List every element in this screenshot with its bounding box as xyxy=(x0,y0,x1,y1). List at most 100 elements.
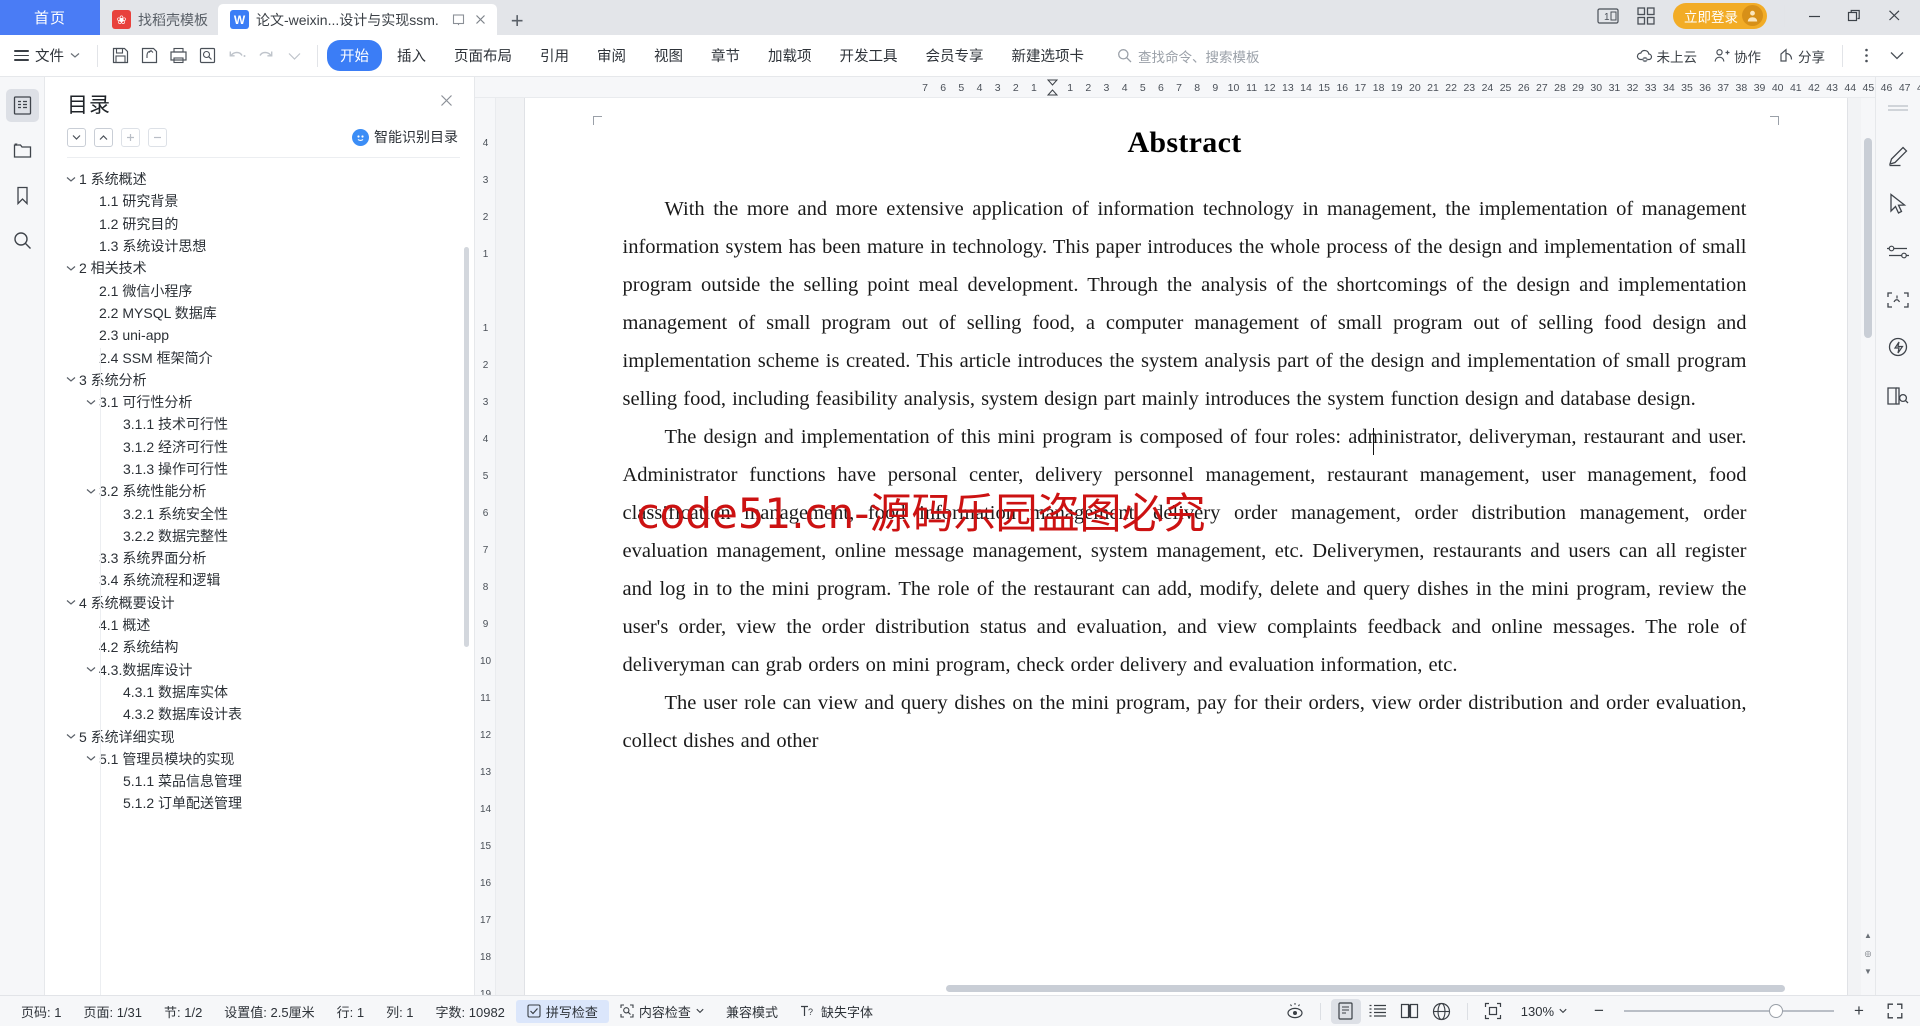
ribbon-tab-start[interactable]: 开始 xyxy=(327,40,382,71)
close-icon[interactable] xyxy=(1876,0,1912,31)
outline-item[interactable]: 3.2.2 数据完整性 xyxy=(45,525,474,547)
outline-tree[interactable]: 1 系统概述 1.1 研究背景 1.2 研究目的 1.3 系统设计思想 2 相关技术 2.… xyxy=(45,158,474,995)
ribbon-tab-references[interactable]: 引用 xyxy=(527,40,582,71)
cursor-select-icon[interactable] xyxy=(1882,189,1914,219)
status-spell-check[interactable]: 拼写检查 xyxy=(515,999,609,1023)
horizontal-scrollbar[interactable] xyxy=(946,982,1785,995)
page-view-icon[interactable] xyxy=(1330,998,1361,1024)
chevron-down-icon[interactable] xyxy=(83,755,99,762)
collapse-up-button[interactable] xyxy=(94,127,113,147)
undo-icon[interactable] xyxy=(223,42,250,69)
outline-item[interactable]: 3.1.2 经济可行性 xyxy=(45,436,474,458)
outline-item[interactable]: 1.2 研究目的 xyxy=(45,213,474,235)
horizontal-ruler[interactable]: 7 6 5 4 3 2 1 1 2 3 4 5 6 7 8 9 10 11 12 13 14 15 16 17 18 19 20 21… xyxy=(475,77,1920,98)
command-search[interactable]: 查找命令、搜索模板 xyxy=(1117,46,1260,66)
status-column-indicator[interactable]: 列: 1 xyxy=(375,1002,424,1021)
fullscreen-icon[interactable] xyxy=(1880,999,1910,1024)
read-book-icon[interactable] xyxy=(1882,381,1914,411)
tab-pin-icon[interactable] xyxy=(452,13,465,26)
status-page-number[interactable]: 页码: 1 xyxy=(10,1002,72,1021)
sidebar-item-outline[interactable] xyxy=(5,89,39,122)
ai-outline-button[interactable]: 智能识别目录 xyxy=(352,127,458,147)
fit-page-icon[interactable] xyxy=(1478,999,1508,1024)
page-scroll-container[interactable]: Abstract With the more and more extensiv… xyxy=(496,98,1875,995)
outline-item[interactable]: 2.2 MYSQL 数据库 xyxy=(45,302,474,324)
zoom-level-button[interactable]: 130% xyxy=(1510,1004,1578,1019)
tab-template-store[interactable]: ❀ 找稻壳模板 xyxy=(100,4,218,35)
ribbon-tab-insert[interactable]: 插入 xyxy=(384,40,439,71)
outline-item[interactable]: 5.1.2 订单配送管理 xyxy=(45,792,474,814)
web-view-icon[interactable] xyxy=(1427,999,1457,1024)
sidebar-item-folder[interactable] xyxy=(6,134,39,167)
outline-item[interactable]: 2 相关技术 xyxy=(45,257,474,279)
eye-protection-icon[interactable] xyxy=(1280,999,1310,1024)
outline-item[interactable]: 2.4 SSM 框架简介 xyxy=(45,346,474,368)
outline-item[interactable]: 3.1.1 技术可行性 xyxy=(45,413,474,435)
document-paragraph[interactable]: The design and implementation of this mi… xyxy=(623,418,1747,684)
decrease-level-button[interactable] xyxy=(148,127,167,147)
outline-item[interactable]: 5.1.1 菜品信息管理 xyxy=(45,770,474,792)
increase-level-button[interactable] xyxy=(121,127,140,147)
collapse-ribbon-icon[interactable] xyxy=(1883,42,1910,69)
chevron-down-icon[interactable] xyxy=(63,176,79,183)
prev-page-icon[interactable]: ▲ xyxy=(1861,927,1875,943)
reading-view-icon[interactable] xyxy=(1395,999,1425,1024)
status-compatibility-mode[interactable]: 兼容模式 xyxy=(715,1002,789,1021)
outline-item[interactable]: 4 系统概要设计 xyxy=(45,592,474,614)
tab-document[interactable]: W 论文-weixin...设计与实现ssm. xyxy=(218,4,497,35)
outline-item[interactable]: 3 系统分析 xyxy=(45,369,474,391)
outline-item[interactable]: 3.2.1 系统安全性 xyxy=(45,502,474,524)
ribbon-tab-member[interactable]: 会员专享 xyxy=(913,40,997,71)
ribbon-tab-page-layout[interactable]: 页面布局 xyxy=(441,40,525,71)
chevron-down-icon[interactable] xyxy=(83,399,99,406)
outline-item[interactable]: 4.1 概述 xyxy=(45,614,474,636)
zoom-track[interactable] xyxy=(1624,1004,1834,1018)
outline-item[interactable]: 2.3 uni-app xyxy=(45,324,474,346)
ribbon-tab-developer[interactable]: 开发工具 xyxy=(827,40,911,71)
collaborate-button[interactable]: 协作 xyxy=(1707,42,1768,70)
outline-item[interactable]: 1.3 系统设计思想 xyxy=(45,235,474,257)
outline-close-button[interactable] xyxy=(435,89,458,112)
outline-item[interactable]: 5.1 管理员模块的实现 xyxy=(45,748,474,770)
tab-close-icon[interactable] xyxy=(474,13,487,26)
new-tab-button[interactable]: + xyxy=(497,10,538,35)
ribbon-tab-view[interactable]: 视图 xyxy=(641,40,696,71)
expand-down-button[interactable] xyxy=(67,127,86,147)
ribbon-tab-section[interactable]: 章节 xyxy=(698,40,753,71)
cloud-status-button[interactable]: 未上云 xyxy=(1629,42,1705,70)
sliders-settings-icon[interactable] xyxy=(1882,237,1914,267)
ribbon-tab-addins[interactable]: 加载项 xyxy=(755,40,825,71)
grid-apps-icon[interactable] xyxy=(1629,2,1663,29)
file-menu-button[interactable]: 文件 xyxy=(10,45,88,66)
outline-item[interactable]: 4.3.数据库设计 xyxy=(45,659,474,681)
zoom-knob[interactable] xyxy=(1769,1004,1783,1018)
status-section-count[interactable]: 节: 1/2 xyxy=(153,1002,213,1021)
outline-item[interactable]: 3.3 系统界面分析 xyxy=(45,547,474,569)
lightning-idea-icon[interactable] xyxy=(1882,333,1914,363)
chevron-down-icon[interactable] xyxy=(63,376,79,383)
outline-view-icon[interactable] xyxy=(1363,999,1393,1024)
scrollbar-thumb[interactable] xyxy=(1864,138,1872,338)
save-as-icon[interactable] xyxy=(136,42,163,69)
print-icon[interactable] xyxy=(165,42,192,69)
zoom-out-button[interactable]: − xyxy=(1584,999,1614,1024)
outline-item[interactable]: 3.1.3 操作可行性 xyxy=(45,458,474,480)
page-mode-icon[interactable]: 1 xyxy=(1591,2,1625,29)
vertical-scrollbar[interactable]: ▲ ◎ ▼ xyxy=(1861,98,1875,995)
next-page-icon[interactable]: ▼ xyxy=(1861,963,1875,979)
chevron-down-icon[interactable] xyxy=(63,265,79,272)
document-page[interactable]: Abstract With the more and more extensiv… xyxy=(524,98,1847,995)
outline-item[interactable]: 1 系统概述 xyxy=(45,168,474,190)
restore-icon[interactable] xyxy=(1836,0,1872,31)
pen-tool-icon[interactable] xyxy=(1882,141,1914,171)
outline-item[interactable]: 3.2 系统性能分析 xyxy=(45,480,474,502)
outline-item[interactable]: 3.4 系统流程和逻辑 xyxy=(45,569,474,591)
share-button[interactable]: 分享 xyxy=(1771,42,1832,70)
outline-item[interactable]: 3.1 可行性分析 xyxy=(45,391,474,413)
document-paragraph[interactable]: With the more and more extensive applica… xyxy=(623,190,1747,418)
print-preview-icon[interactable] xyxy=(194,42,221,69)
outline-item[interactable]: 4.2 系统结构 xyxy=(45,636,474,658)
chevron-down-icon[interactable] xyxy=(63,733,79,740)
sidebar-item-search[interactable] xyxy=(6,224,39,257)
outline-item[interactable]: 5 系统详细实现 xyxy=(45,725,474,747)
